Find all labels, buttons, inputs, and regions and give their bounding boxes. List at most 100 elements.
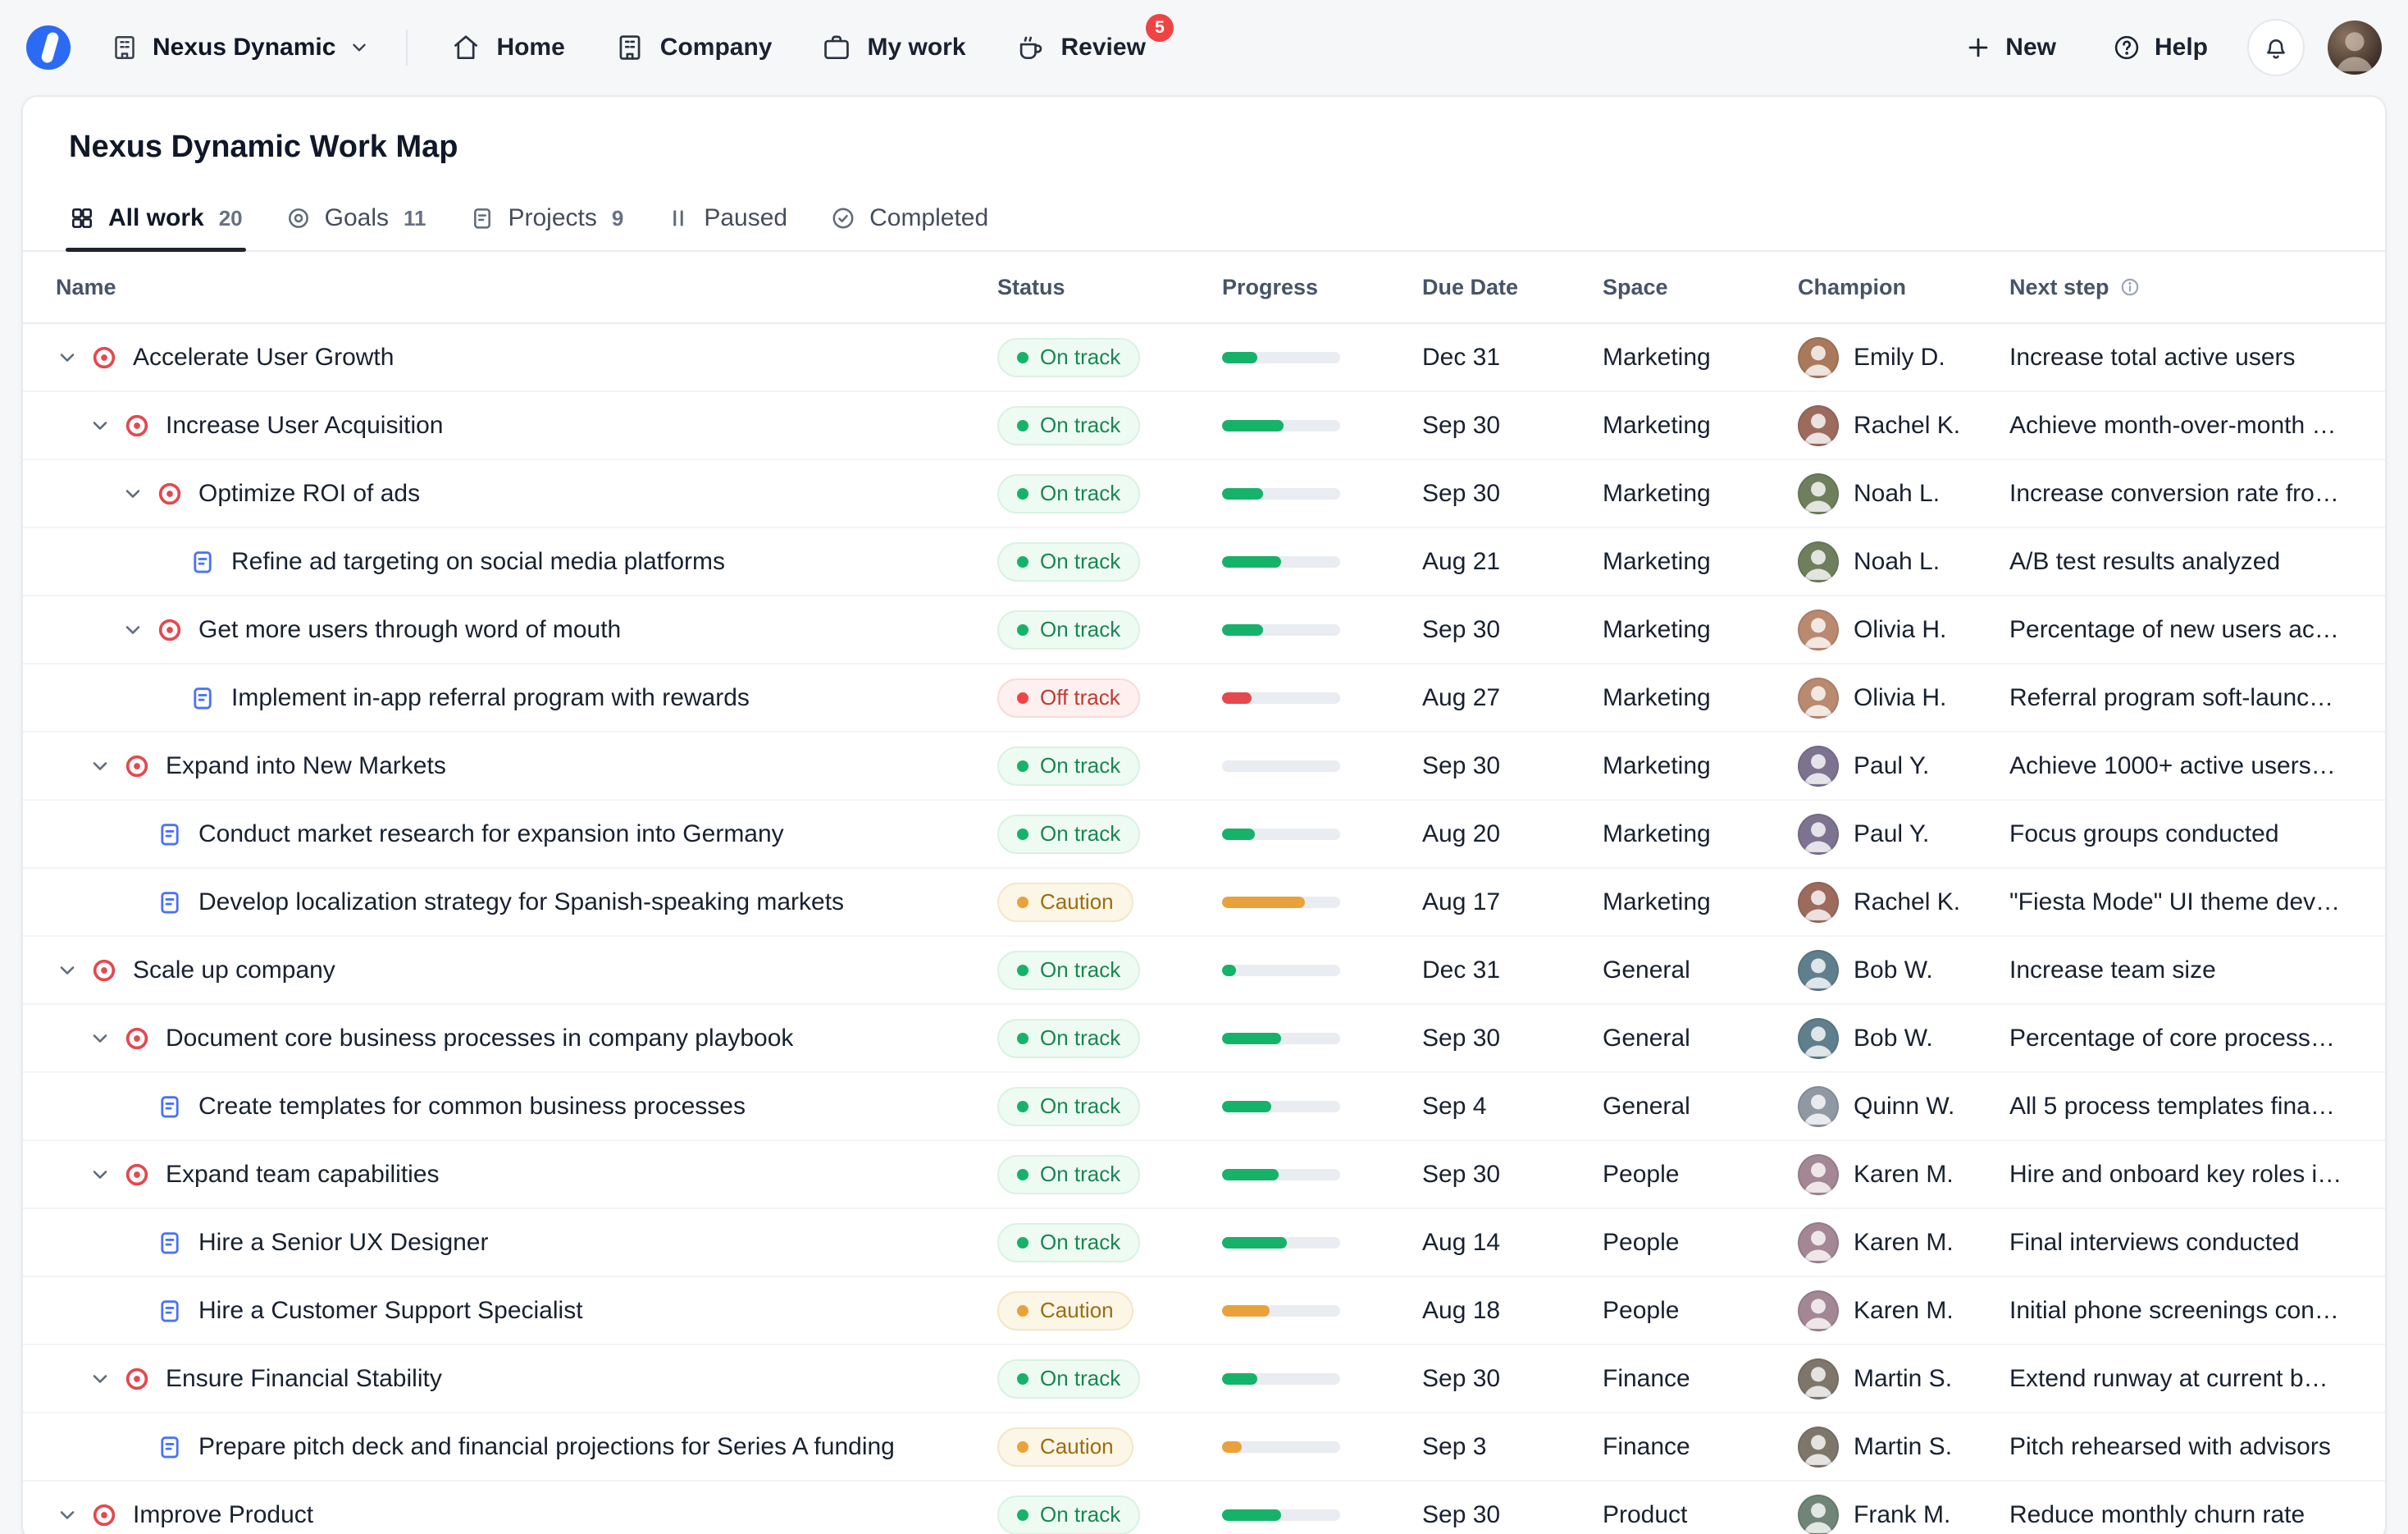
status-badge[interactable]: On track [997, 746, 1140, 786]
item-name[interactable]: Refine ad targeting on social media plat… [231, 548, 725, 576]
tab-goals[interactable]: Goals 11 [269, 186, 443, 250]
item-name[interactable]: Implement in-app referral program with r… [231, 684, 750, 712]
table-row[interactable]: Ensure Financial StabilityOn trackSep 30… [23, 1345, 2385, 1413]
champion-cell[interactable]: Noah L. [1798, 541, 2009, 582]
user-avatar[interactable] [2328, 21, 2382, 75]
table-row[interactable]: Accelerate User GrowthOn trackDec 31Mark… [23, 324, 2385, 392]
expand-chevron-icon[interactable] [89, 1025, 115, 1052]
status-badge[interactable]: Caution [997, 883, 1133, 922]
champion-cell[interactable]: Martin S. [1798, 1427, 2009, 1468]
tab-paused[interactable]: Paused [650, 186, 804, 250]
expand-chevron-icon[interactable] [89, 1366, 115, 1392]
item-name[interactable]: Optimize ROI of ads [198, 480, 420, 508]
status-badge[interactable]: On track [997, 1359, 1140, 1399]
champion-cell[interactable]: Martin S. [1798, 1358, 2009, 1399]
tab-projects[interactable]: Projects 9 [453, 186, 641, 250]
item-name[interactable]: Develop localization strategy for Spanis… [198, 888, 844, 916]
item-name[interactable]: Hire a Senior UX Designer [198, 1229, 488, 1257]
expand-chevron-icon[interactable] [56, 1502, 82, 1528]
champion-cell[interactable]: Paul Y. [1798, 746, 2009, 787]
table-row[interactable]: Scale up companyOn trackDec 31GeneralBob… [23, 937, 2385, 1005]
table-row[interactable]: Hire a Customer Support Specialist Cautio… [23, 1277, 2385, 1345]
status-badge[interactable]: On track [997, 542, 1140, 582]
status-badge[interactable]: On track [997, 610, 1140, 650]
status-badge[interactable]: Off track [997, 678, 1140, 718]
status-badge[interactable]: Caution [997, 1291, 1133, 1331]
champion-cell[interactable]: Quinn W. [1798, 1086, 2009, 1127]
table-row[interactable]: Implement in-app referral program with r… [23, 664, 2385, 733]
table-row[interactable]: Expand team capabilitiesOn trackSep 30Pe… [23, 1141, 2385, 1209]
item-name[interactable]: Conduct market research for expansion in… [198, 820, 784, 848]
item-name[interactable]: Increase User Acquisition [166, 412, 444, 440]
info-icon[interactable] [2119, 276, 2141, 298]
item-name[interactable]: Get more users through word of mouth [198, 616, 621, 644]
status-badge[interactable]: Caution [997, 1427, 1133, 1467]
expand-chevron-icon[interactable] [121, 481, 148, 507]
item-name[interactable]: Scale up company [133, 956, 335, 984]
expand-chevron-icon[interactable] [89, 413, 115, 439]
item-name[interactable]: Hire a Customer Support Specialist [198, 1297, 583, 1325]
champion-cell[interactable]: Rachel K. [1798, 405, 2009, 446]
champion-cell[interactable]: Karen M. [1798, 1222, 2009, 1263]
champion-cell[interactable]: Olivia H. [1798, 609, 2009, 651]
status-badge[interactable]: On track [997, 1087, 1140, 1126]
table-row[interactable]: Get more users through word of mouth On t… [23, 596, 2385, 664]
status-badge[interactable]: On track [997, 1495, 1140, 1534]
expand-chevron-icon[interactable] [121, 617, 148, 643]
champion-cell[interactable]: Karen M. [1798, 1290, 2009, 1331]
champion-cell[interactable]: Paul Y. [1798, 814, 2009, 855]
status-badge[interactable]: On track [997, 338, 1140, 377]
champion-cell[interactable]: Bob W. [1798, 950, 2009, 991]
item-name[interactable]: Improve Product [133, 1501, 313, 1529]
status-badge[interactable]: On track [997, 1019, 1140, 1058]
nav-review[interactable]: Review 5 [996, 19, 1165, 76]
table-row[interactable]: Optimize ROI of adsOn trackSep 30Marketi… [23, 460, 2385, 528]
item-name[interactable]: Expand into New Markets [166, 752, 446, 780]
expand-chevron-icon[interactable] [89, 753, 115, 779]
table-row[interactable]: Develop localization strategy for Spanis… [23, 869, 2385, 937]
champion-cell[interactable]: Bob W. [1798, 1018, 2009, 1059]
expand-chevron-icon[interactable] [56, 957, 82, 984]
tab-completed[interactable]: Completed [814, 186, 1005, 250]
tab-all-work[interactable]: All work 20 [52, 186, 259, 250]
item-name[interactable]: Accelerate User Growth [133, 344, 394, 372]
item-name[interactable]: Document core business processes in comp… [166, 1025, 793, 1052]
nav-home[interactable]: Home [431, 19, 584, 76]
status-badge[interactable]: On track [997, 474, 1140, 514]
item-name[interactable]: Prepare pitch deck and financial project… [198, 1433, 895, 1461]
table-row[interactable]: Prepare pitch deck and financial project… [23, 1413, 2385, 1481]
status-badge[interactable]: On track [997, 951, 1140, 990]
nav-my-work[interactable]: My work [801, 19, 985, 76]
notifications-button[interactable] [2247, 19, 2305, 76]
champion-cell[interactable]: Emily D. [1798, 337, 2009, 378]
expand-chevron-icon[interactable] [89, 1162, 115, 1188]
new-button[interactable]: New [1948, 21, 2073, 75]
status-badge[interactable]: On track [997, 815, 1140, 854]
status-badge[interactable]: On track [997, 1155, 1140, 1194]
item-name[interactable]: Expand team capabilities [166, 1161, 440, 1189]
help-button[interactable]: Help [2096, 20, 2224, 75]
nav-company[interactable]: Company [595, 19, 792, 76]
champion-cell[interactable]: Noah L. [1798, 473, 2009, 514]
table-row[interactable]: Expand into New MarketsOn trackSep 30Mar… [23, 733, 2385, 801]
table-row[interactable]: Hire a Senior UX DesignerOn trackAug 14P… [23, 1209, 2385, 1277]
project-icon [156, 888, 184, 916]
table-row[interactable]: Create templates for common business pro… [23, 1073, 2385, 1141]
item-name[interactable]: Create templates for common business pro… [198, 1093, 746, 1121]
status-badge[interactable]: On track [997, 406, 1140, 445]
champion-cell[interactable]: Rachel K. [1798, 882, 2009, 923]
expand-chevron-icon[interactable] [56, 345, 82, 371]
status-badge[interactable]: On track [997, 1223, 1140, 1262]
status-cell: On track [997, 474, 1222, 514]
champion-cell[interactable]: Karen M. [1798, 1154, 2009, 1195]
workspace-switcher[interactable]: Nexus Dynamic [97, 21, 383, 74]
table-row[interactable]: Improve ProductOn trackSep 30ProductFran… [23, 1481, 2385, 1534]
app-logo[interactable] [26, 25, 71, 70]
champion-cell[interactable]: Olivia H. [1798, 678, 2009, 719]
table-row[interactable]: Document core business processes in comp… [23, 1005, 2385, 1073]
table-row[interactable]: Conduct market research for expansion in… [23, 801, 2385, 869]
item-name[interactable]: Ensure Financial Stability [166, 1365, 442, 1393]
champion-cell[interactable]: Frank M. [1798, 1495, 2009, 1534]
table-row[interactable]: Refine ad targeting on social media plat… [23, 528, 2385, 596]
table-row[interactable]: Increase User AcquisitionOn trackSep 30M… [23, 392, 2385, 460]
